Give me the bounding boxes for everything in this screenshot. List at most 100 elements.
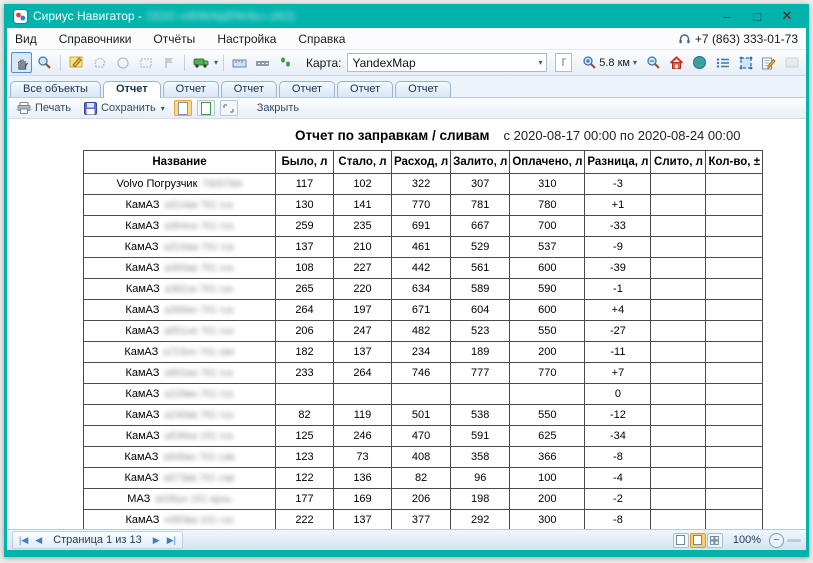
circle-tool-button[interactable] — [112, 52, 133, 73]
save-icon — [84, 102, 97, 115]
list-button[interactable] — [712, 52, 733, 73]
search-input[interactable] — [556, 57, 571, 69]
menu-vid[interactable]: Вид — [15, 32, 37, 46]
zoom-level: 100% — [733, 534, 761, 546]
tab-0[interactable]: Все объекты — [10, 81, 101, 97]
tab-5[interactable]: Отчет — [337, 81, 393, 97]
view-multi-button[interactable] — [707, 533, 723, 548]
value-cell — [651, 405, 706, 426]
zoom-slider[interactable] — [787, 539, 801, 542]
value-cell: 700 — [510, 216, 585, 237]
menu-nastroyka[interactable]: Настройка — [217, 32, 276, 46]
vehicle-name: КамАЗ — [125, 304, 159, 316]
headset-icon — [678, 33, 691, 45]
toolbar-separator — [184, 55, 185, 71]
value-cell: 442 — [392, 258, 451, 279]
prev-page-button[interactable]: ◀ — [33, 535, 44, 546]
edit-note-button[interactable] — [758, 52, 779, 73]
value-cell: 246 — [334, 426, 392, 447]
pan-hand-button[interactable] — [11, 52, 32, 73]
redacted-plate: в036ун 161 врнь — [155, 494, 231, 505]
edit-map-button[interactable] — [66, 52, 87, 73]
vehicle-dropdown-arrow[interactable]: ▾ — [214, 58, 218, 67]
view-page-button[interactable] — [690, 533, 706, 548]
scale-control[interactable]: 5.8 км ▾ — [582, 55, 637, 70]
selection-area-button[interactable] — [735, 52, 756, 73]
value-cell — [706, 405, 763, 426]
value-cell: 234 — [392, 342, 451, 363]
tab-1-active[interactable]: Отчет — [103, 81, 161, 98]
view-normal-button[interactable] — [673, 533, 689, 548]
vehicle-name: КамАЗ — [126, 199, 160, 211]
vehicle-name: КамАЗ — [124, 346, 158, 358]
tab-4[interactable]: Отчет — [279, 81, 335, 97]
menu-spravochniki[interactable]: Справочники — [59, 32, 132, 46]
table-row: КамАЗа364но 761 rus259235691667700-33 — [84, 216, 763, 237]
track-button[interactable] — [275, 52, 296, 73]
save-dropdown-arrow[interactable]: ▾ — [161, 104, 165, 113]
page-width-button[interactable] — [174, 100, 192, 116]
polygon-tool-button[interactable] — [89, 52, 110, 73]
extra-tool-button[interactable] — [781, 52, 802, 73]
minimize-button[interactable]: – — [712, 6, 742, 26]
column-header: Залито, л — [451, 151, 510, 174]
zoom-out-slider-button[interactable]: − — [769, 533, 784, 548]
value-cell: 310 — [510, 174, 585, 195]
redacted-plate: а365вв 761 rus — [164, 263, 233, 274]
close-button[interactable]: ✕ — [772, 6, 802, 26]
whole-page-button[interactable] — [197, 100, 215, 116]
first-page-button[interactable]: |◀ — [17, 535, 30, 546]
value-cell: 117 — [276, 174, 334, 195]
fit-view-button[interactable] — [220, 100, 238, 116]
value-cell: 123 — [276, 447, 334, 468]
map-label: Карта: — [306, 56, 341, 70]
route-button[interactable] — [252, 52, 273, 73]
value-cell: 625 — [510, 426, 585, 447]
save-button[interactable]: Сохранить ▾ — [80, 101, 169, 116]
vehicle-name-cell: КамАЗа946вн 761 сав — [84, 447, 276, 468]
view-mode-buttons — [673, 533, 723, 548]
redacted-plate: а723но 761 све — [163, 347, 234, 358]
last-page-button[interactable]: ▶| — [165, 535, 178, 546]
value-cell: 770 — [392, 195, 451, 216]
tab-3[interactable]: Отчет — [221, 81, 277, 97]
map-select[interactable]: YandexMap ▾ — [347, 53, 547, 72]
table-row: КамАЗа314ам 761 rus137210461529537-9 — [84, 237, 763, 258]
value-cell: 770 — [510, 363, 585, 384]
value-cell: 377 — [392, 510, 451, 530]
ruler-button[interactable] — [229, 52, 250, 73]
zoom-out-button[interactable] — [643, 52, 664, 73]
vehicle-name-cell: КамАЗа314ам 761 rus — [84, 237, 276, 258]
value-cell: 634 — [392, 279, 451, 300]
value-cell: 358 — [451, 447, 510, 468]
value-cell — [651, 363, 706, 384]
value-cell: 206 — [392, 489, 451, 510]
maximize-button[interactable]: □ — [742, 6, 772, 26]
value-cell — [276, 384, 334, 405]
tab-6[interactable]: Отчет — [395, 81, 451, 97]
menu-otchety[interactable]: Отчёты — [153, 32, 195, 46]
menu-spravka[interactable]: Справка — [298, 32, 345, 46]
tab-2[interactable]: Отчет — [163, 81, 219, 97]
flag-tool-button[interactable] — [158, 52, 179, 73]
globe-button[interactable] — [689, 52, 710, 73]
redacted-plate: а314ам 761 rus — [164, 242, 235, 253]
report-header: Отчет по заправкам / сливамс 2020-08-17 … — [295, 128, 740, 143]
value-cell: 604 — [451, 300, 510, 321]
next-page-button[interactable]: ▶ — [151, 535, 162, 546]
value-cell — [706, 279, 763, 300]
vehicle-button[interactable] — [190, 52, 211, 73]
value-cell: 137 — [334, 510, 392, 530]
value-cell — [651, 321, 706, 342]
value-cell — [651, 468, 706, 489]
value-cell: 0 — [585, 384, 651, 405]
rectangle-tool-button[interactable] — [135, 52, 156, 73]
value-cell: 247 — [334, 321, 392, 342]
print-button[interactable]: Печать — [13, 101, 75, 115]
close-report-label: Закрыть — [257, 102, 299, 114]
vehicle-name: КамАЗ — [125, 325, 159, 337]
home-button[interactable] — [666, 52, 687, 73]
zoom-select-button[interactable] — [34, 52, 55, 73]
close-report-button[interactable]: Закрыть — [253, 101, 303, 115]
value-cell: 461 — [392, 237, 451, 258]
